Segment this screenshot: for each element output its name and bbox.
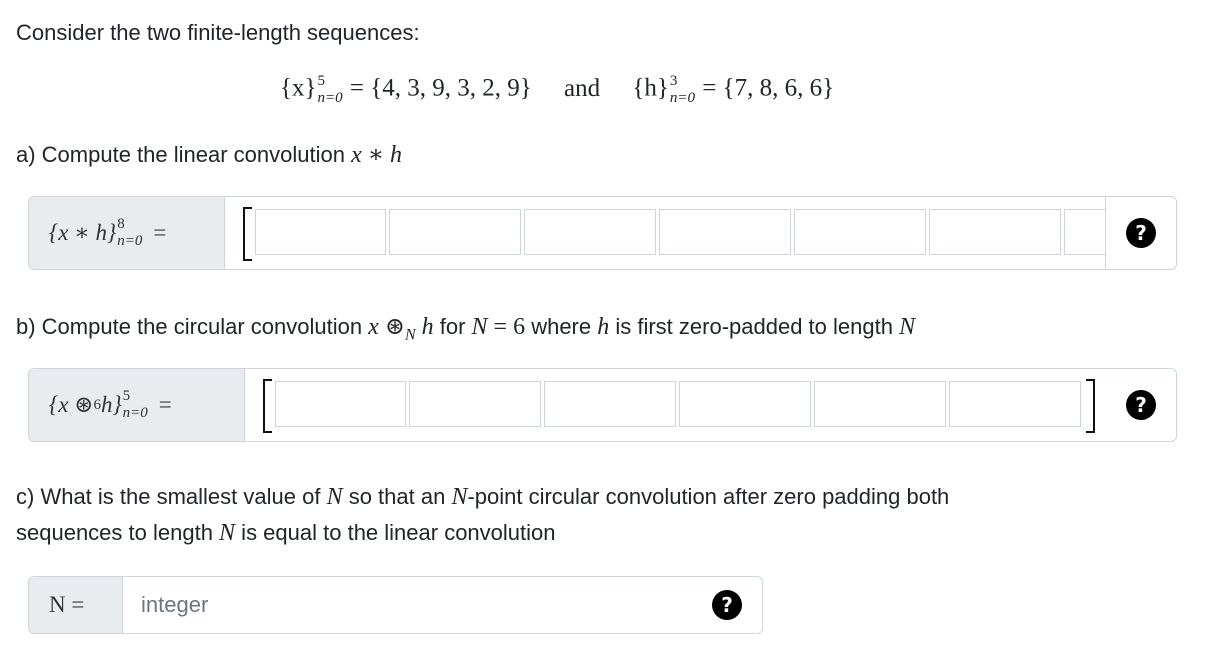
x-limits: 5 n=0 xyxy=(318,74,343,106)
part-b-label-main: {x ⊛ xyxy=(49,392,94,417)
part-a-input-5[interactable] xyxy=(929,209,1061,255)
part-b-input-5[interactable] xyxy=(949,381,1081,427)
part-c-text-5: is equal to the linear convolution xyxy=(235,520,556,545)
part-b-answer-group: {x ⊛ 6 h} 5 n=0 = ? xyxy=(28,368,1177,442)
h-lower-limit: n=0 xyxy=(669,90,695,106)
part-b-math-N: N xyxy=(471,314,488,340)
part-c-text-2: so that an xyxy=(342,484,452,509)
x-sequence-name: {x} xyxy=(280,74,317,102)
part-a-input-2[interactable] xyxy=(524,209,656,255)
part-c-help: ? xyxy=(692,577,762,633)
x-lower-limit: n=0 xyxy=(317,90,343,106)
part-a-text: a) Compute the linear convolution xyxy=(16,142,352,167)
part-b-math-h: h xyxy=(415,314,434,340)
part-b-text-1: b) Compute the circular convolution xyxy=(16,314,369,339)
part-b-text-4: is first zero-padded to length xyxy=(609,314,900,339)
part-b-label-circ-sub: 6 xyxy=(93,396,101,413)
h-upper-limit: 3 xyxy=(669,73,678,89)
part-b-prompt: b) Compute the circular convolution x ⊛N… xyxy=(16,312,915,344)
part-b-label-limits: 5 n=0 xyxy=(123,389,148,421)
part-b-label-h: h} xyxy=(100,392,122,417)
h-limits: 3 n=0 xyxy=(670,74,695,106)
part-c-text-3: -point circular convolution after zero p… xyxy=(467,484,950,509)
h-sequence-name: {h} xyxy=(632,74,669,102)
part-b-math-h2: h xyxy=(597,314,610,340)
question-icon[interactable]: ? xyxy=(712,590,742,620)
left-bracket xyxy=(243,207,252,261)
part-a-label: {x ∗ h} 8 n=0 = xyxy=(29,197,225,269)
sequence-definition: {x} 5 n=0 = {4, 3, 9, 3, 2, 9} and {h} 3 n=0… xyxy=(280,74,834,106)
part-c-text-1: c) What is the smallest value of xyxy=(16,484,327,509)
part-c-label-text: N = xyxy=(49,592,85,617)
part-b-label: {x ⊛ 6 h} 5 n=0 = xyxy=(29,369,245,441)
part-a-label-limits: 8 n=0 xyxy=(117,217,142,249)
part-c-integer-input[interactable] xyxy=(123,577,693,633)
part-c-math-N2: N xyxy=(451,484,468,510)
part-a-help: ? xyxy=(1105,197,1176,269)
part-b-input-1[interactable] xyxy=(409,381,541,427)
part-b-label-lower: n=0 xyxy=(122,405,148,421)
part-a-label-lower: n=0 xyxy=(117,233,143,249)
part-a-input-0[interactable] xyxy=(255,209,386,255)
part-b-math-eq6: = 6 xyxy=(487,314,526,340)
part-b-math-op: x ⊛ xyxy=(368,314,405,340)
left-bracket xyxy=(263,379,272,433)
right-bracket xyxy=(1086,379,1095,433)
part-b-input-0[interactable] xyxy=(275,381,406,427)
part-a-input-3[interactable] xyxy=(659,209,791,255)
part-a-math: x ∗ h xyxy=(351,142,403,168)
part-b-input-4[interactable] xyxy=(814,381,946,427)
h-sequence-values: = {7, 8, 6, 6} xyxy=(702,74,835,102)
part-c-answer-group: N = ? xyxy=(28,576,763,634)
part-b-text-3: where xyxy=(525,314,598,339)
part-a-prompt: a) Compute the linear convolution x ∗ h xyxy=(16,140,402,169)
question-icon[interactable]: ? xyxy=(1126,218,1156,248)
part-c-prompt-line-1: c) What is the smallest value of N so th… xyxy=(16,484,949,511)
part-c-label: N = xyxy=(29,577,123,633)
part-b-label-upper: 5 xyxy=(122,388,131,404)
x-upper-limit: 5 xyxy=(317,73,326,89)
part-b-label-equals: = xyxy=(158,392,172,417)
part-a-answer-group: {x ∗ h} 8 n=0 = ? xyxy=(28,196,1177,270)
part-c-math-N: N xyxy=(326,484,343,510)
part-c-math-N3: N xyxy=(219,520,236,546)
part-c-prompt-line-2: sequences to length N is equal to the li… xyxy=(16,520,556,547)
question-icon[interactable]: ? xyxy=(1126,390,1156,420)
part-a-input-4[interactable] xyxy=(794,209,926,255)
part-c-text-4: sequences to length xyxy=(16,520,220,545)
part-b-input-2[interactable] xyxy=(544,381,676,427)
part-b-input-3[interactable] xyxy=(679,381,811,427)
part-b-math-N2: N xyxy=(899,314,916,340)
part-a-input-1[interactable] xyxy=(389,209,521,255)
part-a-label-upper: 8 xyxy=(117,216,125,232)
part-b-help: ? xyxy=(1106,369,1176,441)
part-b-text-2: for xyxy=(433,314,472,339)
part-a-label-equals: = xyxy=(153,220,167,245)
intro-text: Consider the two finite-length sequences… xyxy=(16,20,420,45)
x-sequence-values: = {4, 3, 9, 3, 2, 9} xyxy=(349,74,532,102)
and-word: and xyxy=(563,74,601,102)
part-a-label-main: {x ∗ h} xyxy=(49,220,117,245)
part-b-math-op-sub: N xyxy=(404,326,416,344)
